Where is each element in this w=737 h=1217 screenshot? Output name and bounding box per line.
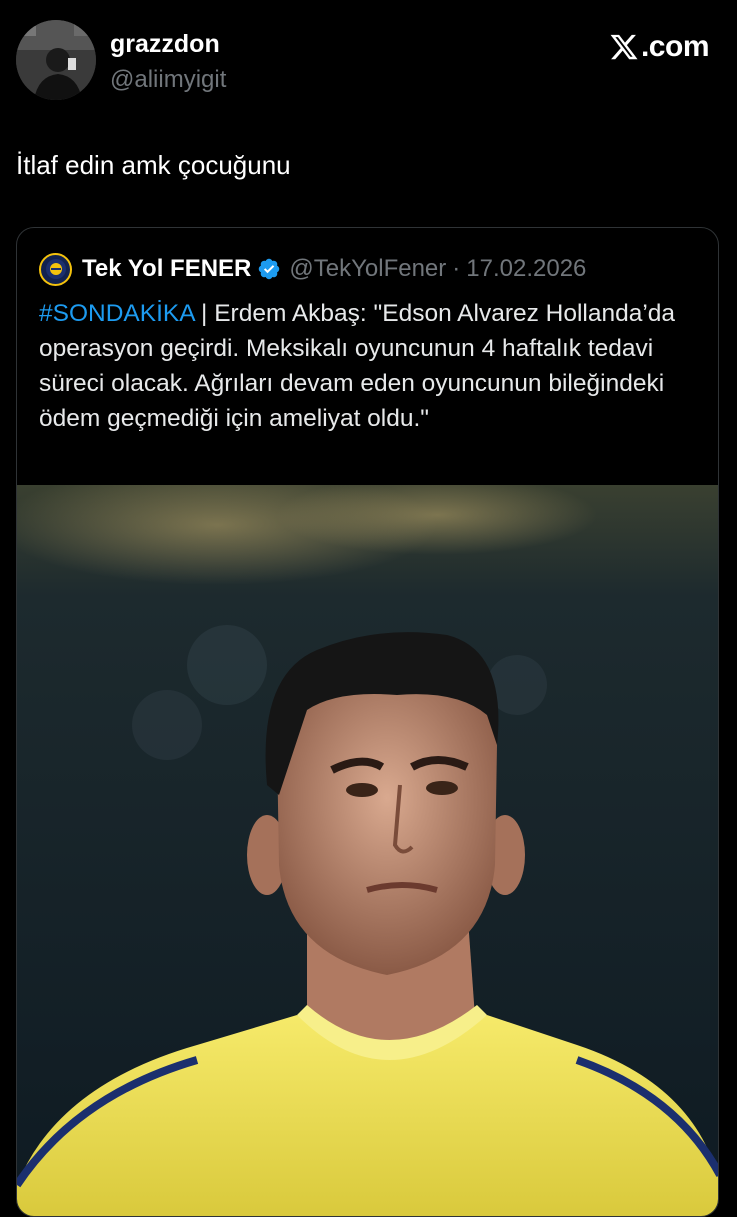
- verified-badge-icon: [259, 258, 280, 280]
- avatar-photo-icon: [16, 20, 96, 100]
- quoted-display-name[interactable]: Tek Yol FENER: [82, 255, 251, 283]
- x-com-brand: .com: [609, 30, 710, 64]
- quoted-avatar[interactable]: [39, 252, 72, 286]
- hashtag-link[interactable]: #SONDAKİKA: [39, 300, 194, 327]
- separator-dot: ·: [452, 255, 461, 282]
- club-crest-icon: [45, 259, 66, 279]
- quoted-tweet[interactable]: Tek Yol FENER @TekYolFener · 17.02.2026 …: [16, 227, 719, 1217]
- author-avatar[interactable]: [16, 20, 96, 100]
- x-logo-icon: [610, 34, 638, 60]
- author-handle[interactable]: @aliimyigit: [110, 66, 226, 94]
- tweet-header: grazzdon @aliimyigit .com: [0, 0, 737, 110]
- author-display-name[interactable]: grazzdon: [110, 30, 220, 59]
- tweet-text: İtlaf edin amk çocuğunu: [16, 150, 291, 180]
- player-photo-icon: [17, 485, 718, 1216]
- quoted-tweet-header: Tek Yol FENER @TekYolFener · 17.02.2026: [39, 252, 586, 286]
- quoted-date[interactable]: 17.02.2026: [466, 255, 586, 283]
- quoted-handle[interactable]: @TekYolFener: [289, 255, 446, 283]
- quoted-body: #SONDAKİKA | Erdem Akbaş: "Edson Alvarez…: [39, 296, 699, 436]
- quoted-media-image[interactable]: [17, 485, 718, 1216]
- x-com-text: .com: [640, 30, 710, 63]
